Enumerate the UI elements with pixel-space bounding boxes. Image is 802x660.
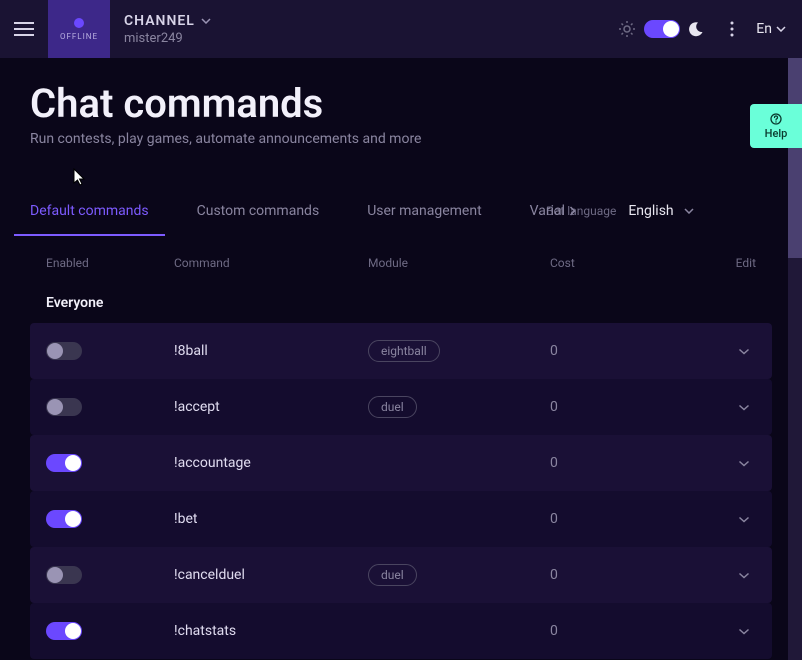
- table-row: !cancelduel duel 0: [30, 547, 772, 603]
- theme-switcher: [618, 20, 704, 38]
- table-row: !bet 0: [30, 491, 772, 547]
- expand-row-button[interactable]: [732, 339, 756, 363]
- module-pill: eightball: [368, 340, 440, 362]
- col-header-command: Command: [174, 256, 368, 270]
- tab-variables[interactable]: Varial: [530, 187, 576, 235]
- chevron-down-icon: [201, 18, 211, 24]
- command-name: !cancelduel: [174, 567, 245, 583]
- chevron-down-icon: [738, 404, 750, 411]
- page-subtitle: Run contests, play games, automate annou…: [30, 131, 772, 147]
- tab-default-commands[interactable]: Default commands: [30, 187, 149, 235]
- tab-custom-commands[interactable]: Custom commands: [197, 187, 320, 235]
- command-name: !bet: [174, 511, 197, 527]
- bot-language-select[interactable]: English: [628, 203, 693, 219]
- enabled-toggle[interactable]: [46, 454, 82, 472]
- command-name: !chatstats: [174, 623, 236, 639]
- table-row: !chatstats 0: [30, 603, 772, 659]
- hamburger-icon: [14, 22, 34, 36]
- channel-status: OFFLINE: [60, 32, 98, 41]
- tab-user-management[interactable]: User management: [367, 187, 481, 235]
- chevron-down-icon: [738, 460, 750, 467]
- table-row: !accountage 0: [30, 435, 772, 491]
- chevron-right-icon: [569, 206, 576, 216]
- page-title: Chat commands: [30, 80, 772, 127]
- help-icon: [770, 113, 782, 125]
- chevron-down-icon: [776, 26, 786, 32]
- channel-badge[interactable]: OFFLINE: [48, 0, 110, 58]
- more-menu-button[interactable]: [716, 21, 748, 37]
- expand-row-button[interactable]: [732, 563, 756, 587]
- expand-row-button[interactable]: [732, 619, 756, 643]
- main-content: Chat commands Run contests, play games, …: [0, 58, 802, 660]
- help-label: Help: [765, 127, 788, 140]
- moon-icon: [688, 21, 704, 37]
- col-header-enabled: Enabled: [46, 256, 174, 270]
- language-dropdown[interactable]: En: [756, 21, 786, 37]
- cost-value: 0: [550, 511, 558, 527]
- table-header-row: Enabled Command Module Cost Edit: [30, 241, 772, 285]
- col-header-cost: Cost: [550, 256, 700, 270]
- scrollbar-thumb[interactable]: [788, 58, 802, 258]
- tabs: Default commands Custom commands User ma…: [30, 187, 772, 235]
- hamburger-menu-button[interactable]: [0, 0, 48, 58]
- module-pill: duel: [368, 396, 417, 418]
- enabled-toggle[interactable]: [46, 622, 82, 640]
- enabled-toggle[interactable]: [46, 398, 82, 416]
- chevron-down-icon: [738, 348, 750, 355]
- expand-row-button[interactable]: [732, 507, 756, 531]
- kebab-icon: [730, 21, 734, 37]
- cost-value: 0: [550, 455, 558, 471]
- sun-icon: [618, 20, 636, 38]
- theme-toggle[interactable]: [644, 20, 680, 38]
- channel-username: mister249: [124, 31, 211, 46]
- col-header-edit: Edit: [700, 256, 756, 270]
- language-label: En: [756, 21, 772, 37]
- cost-value: 0: [550, 399, 558, 415]
- chevron-down-icon: [684, 208, 694, 214]
- app-header: OFFLINE CHANNEL mister249 En: [0, 0, 802, 58]
- expand-row-button[interactable]: [732, 395, 756, 419]
- help-button[interactable]: Help: [750, 104, 802, 148]
- col-header-module: Module: [368, 256, 550, 270]
- expand-row-button[interactable]: [732, 451, 756, 475]
- table-row: !8ball eightball 0: [30, 323, 772, 379]
- table-row: !accept duel 0: [30, 379, 772, 435]
- channel-dropdown[interactable]: CHANNEL: [124, 13, 211, 29]
- cost-value: 0: [550, 623, 558, 639]
- tab-variables-label: Varial: [530, 203, 565, 219]
- channel-label: CHANNEL: [124, 13, 195, 29]
- command-name: !accept: [174, 399, 220, 415]
- command-name: !8ball: [174, 343, 208, 359]
- enabled-toggle[interactable]: [46, 510, 82, 528]
- module-pill: duel: [368, 564, 417, 586]
- cost-value: 0: [550, 567, 558, 583]
- chevron-down-icon: [738, 628, 750, 635]
- table-body: !8ball eightball 0 !accept duel 0 !accountage 0…: [30, 323, 772, 659]
- channel-info: CHANNEL mister249: [124, 13, 211, 46]
- enabled-toggle[interactable]: [46, 566, 82, 584]
- commands-table: Enabled Command Module Cost Edit Everyon…: [30, 241, 772, 659]
- chevron-down-icon: [738, 572, 750, 579]
- status-dot-icon: [74, 18, 84, 28]
- cost-value: 0: [550, 343, 558, 359]
- chevron-down-icon: [738, 516, 750, 523]
- command-name: !accountage: [174, 455, 251, 471]
- enabled-toggle[interactable]: [46, 342, 82, 360]
- permission-group-label: Everyone: [30, 285, 772, 323]
- bot-language-value: English: [628, 203, 673, 219]
